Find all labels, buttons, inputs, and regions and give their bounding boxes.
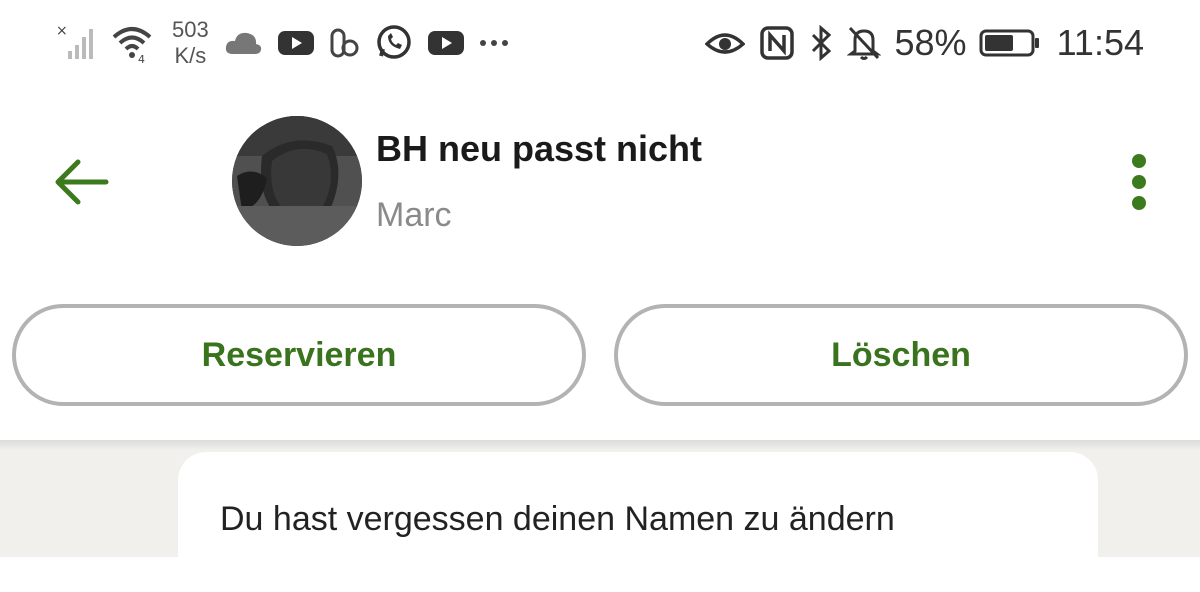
message-bubble[interactable]: Du hast vergessen deinen Namen zu ändern <box>178 452 1098 592</box>
item-photo <box>232 116 362 246</box>
status-right: 58% 11:54 <box>704 16 1144 70</box>
conversation-title: BH neu passt nicht <box>376 128 703 169</box>
chat-area: Du hast vergessen deinen Namen zu ändern <box>0 440 1200 592</box>
no-signal-icon: × <box>56 23 96 63</box>
nfc-icon <box>759 25 795 61</box>
action-buttons: Reservieren Löschen <box>0 304 1200 412</box>
cloud-icon <box>223 28 263 58</box>
header-divider <box>0 440 1200 450</box>
message-text: Du hast vergessen deinen Namen zu ändern <box>220 500 895 538</box>
status-left: × 4 503 K/s <box>56 16 523 70</box>
arrow-left-icon <box>55 159 109 205</box>
battery-icon <box>979 28 1041 58</box>
overflow-menu-button[interactable] <box>1120 150 1160 214</box>
battery-percent: 58% <box>894 22 967 63</box>
back-button[interactable] <box>50 150 114 214</box>
whatsapp-icon <box>375 24 413 62</box>
svg-text:4: 4 <box>138 53 145 63</box>
app-icon <box>329 26 361 60</box>
network-speed: 503 K/s <box>172 17 209 69</box>
bluetooth-icon <box>809 25 833 61</box>
svg-text:×: × <box>56 23 68 39</box>
more-icon <box>479 38 509 48</box>
reserve-button[interactable]: Reservieren <box>12 304 586 406</box>
youtube-icon <box>277 28 315 58</box>
eye-icon <box>704 28 745 58</box>
wifi-icon: 4 <box>110 23 154 63</box>
status-bar: × 4 503 K/s 58% 11:54 <box>0 0 1200 86</box>
conversation-subtitle: Marc <box>376 196 452 234</box>
net-speed-value: 503 <box>172 17 209 42</box>
clock: 11:54 <box>1056 22 1144 63</box>
delete-button[interactable]: Löschen <box>614 304 1188 406</box>
net-speed-unit: K/s <box>174 43 207 68</box>
item-avatar[interactable] <box>232 116 362 246</box>
youtube-icon <box>427 28 465 58</box>
bell-off-icon <box>846 25 881 61</box>
conversation-header: BH neu passt nicht Marc <box>0 110 1200 250</box>
